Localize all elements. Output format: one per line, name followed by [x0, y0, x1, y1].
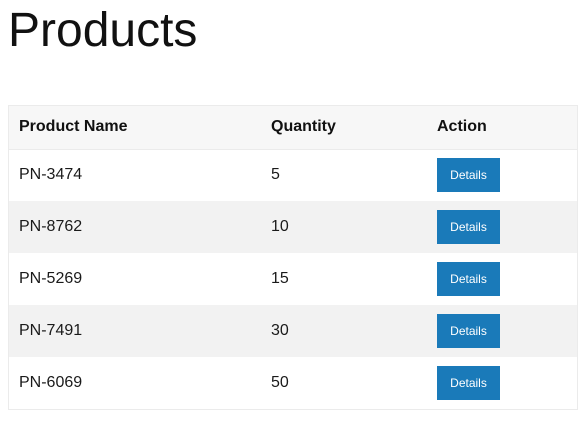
product-name-cell: PN-7491: [19, 322, 83, 339]
details-button[interactable]: Details: [437, 210, 500, 244]
quantity-cell: 50: [271, 374, 289, 391]
product-name-cell: PN-6069: [19, 374, 83, 391]
details-button[interactable]: Details: [437, 158, 500, 193]
table-row: PN-5269 15 Details: [9, 253, 577, 305]
products-table-container: Product Name Quantity Action PN-3474 5 D…: [8, 105, 578, 410]
table-row: PN-8762 10 Details: [9, 201, 577, 253]
details-button[interactable]: Details: [437, 262, 500, 296]
action-cell: Details: [427, 253, 577, 305]
product-name-cell: PN-8762: [19, 218, 83, 235]
product-name-cell: PN-3474: [19, 166, 83, 184]
quantity-cell: 10: [271, 218, 289, 235]
quantity-cell: 15: [271, 270, 289, 287]
products-table: Product Name Quantity Action PN-3474 5 D…: [9, 106, 577, 409]
action-cell: Details: [427, 201, 577, 253]
table-row: PN-3474 5 Details: [9, 149, 577, 201]
action-cell: Details: [427, 149, 577, 201]
page-title: Products: [8, 4, 198, 57]
column-header-quantity: Quantity: [261, 106, 427, 150]
quantity-cell: 30: [271, 322, 289, 339]
table-row: PN-7491 30 Details: [9, 305, 577, 357]
details-button[interactable]: Details: [437, 314, 500, 348]
table-header-row: Product Name Quantity Action: [9, 106, 577, 150]
details-button[interactable]: Details: [437, 366, 500, 400]
action-cell: Details: [427, 305, 577, 357]
column-header-product-name: Product Name: [9, 106, 261, 150]
table-row: PN-6069 50 Details: [9, 357, 577, 409]
action-cell: Details: [427, 357, 577, 409]
table-header: Product Name Quantity Action: [9, 106, 577, 150]
table-body: PN-3474 5 Details PN-8762 10 Details PN-…: [9, 149, 577, 409]
column-header-action: Action: [427, 106, 577, 150]
products-page: Products Product Name Quantity Action PN…: [0, 0, 586, 421]
product-name-cell: PN-5269: [19, 270, 83, 287]
quantity-cell: 5: [271, 166, 280, 184]
